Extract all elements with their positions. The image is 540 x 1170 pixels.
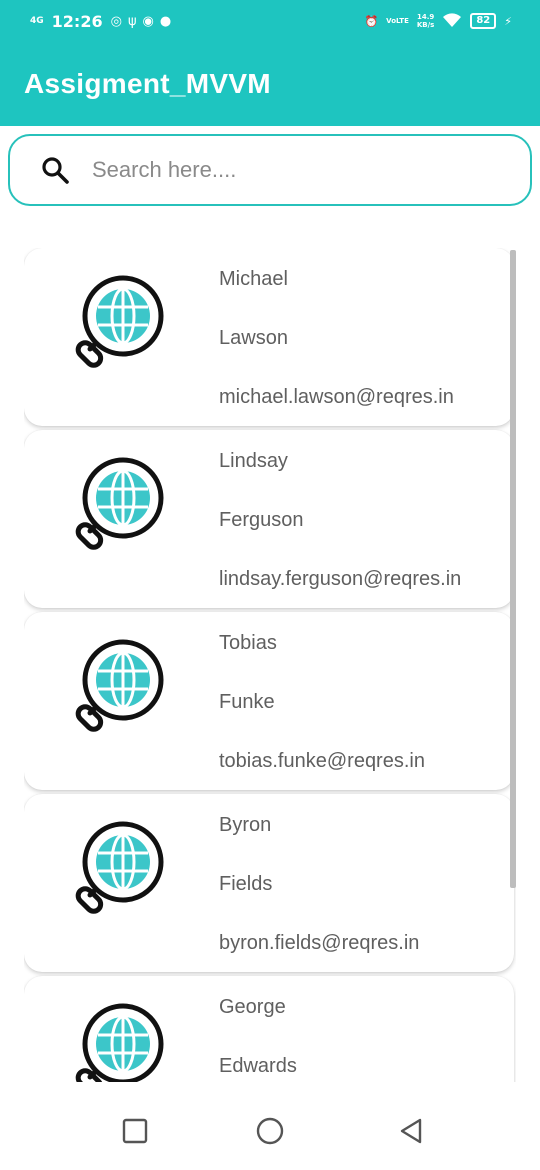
volte-icon: VoLTE [386, 17, 409, 25]
alarm-icon: ⏰ [364, 14, 379, 28]
status-time: 12:26 [51, 11, 103, 31]
triangle-back-icon[interactable] [396, 1116, 426, 1146]
user-card[interactable]: Lindsay Ferguson lindsay.ferguson@reqres… [24, 430, 514, 608]
network-speed: 14.9 KB/s [416, 13, 435, 29]
app-title: Assigment_MVVM [24, 68, 271, 99]
user-first-name: George [219, 996, 286, 1018]
user-first-name: Lindsay [219, 450, 288, 472]
user-card[interactable]: Michael Lawson michael.lawson@reqres.in [24, 248, 514, 426]
user-list[interactable]: Michael Lawson michael.lawson@reqres.in … [24, 248, 516, 1082]
square-icon[interactable] [120, 1116, 150, 1146]
user-last-name: Edwards [219, 1055, 297, 1077]
search-bar[interactable] [8, 134, 532, 206]
globe-search-icon [75, 1003, 164, 1082]
globe-search-icon [75, 457, 164, 550]
user-card[interactable]: Byron Fields byron.fields@reqres.in [24, 794, 514, 972]
user-card[interactable]: George Edwards [24, 976, 514, 1082]
user-email: tobias.funke@reqres.in [219, 750, 425, 772]
user-email: michael.lawson@reqres.in [219, 386, 454, 408]
sync-icon: ◉ [142, 13, 154, 29]
network-indicator: 4G [30, 15, 44, 26]
notification-icons: ◎ ψ ◉ ● [111, 14, 172, 29]
globe-search-icon [75, 821, 164, 914]
circle-icon[interactable] [255, 1116, 285, 1146]
wifi-icon [442, 12, 462, 31]
globe-search-icon [75, 639, 164, 732]
battery-icon: 82 [470, 13, 497, 29]
whatsapp-icon: ◎ [110, 13, 122, 29]
search-icon [42, 157, 69, 184]
scrollbar[interactable] [510, 250, 516, 888]
charging-icon: ⚡ [504, 14, 512, 28]
phone-icon: ● [159, 13, 172, 29]
user-last-name: Ferguson [219, 509, 304, 531]
user-email: lindsay.ferguson@reqres.in [219, 568, 462, 590]
user-card[interactable]: Tobias Funke tobias.funke@reqres.in [24, 612, 514, 790]
app-bar: Assigment_MVVM [0, 42, 540, 126]
user-email: byron.fields@reqres.in [219, 932, 420, 954]
user-first-name: Byron [219, 814, 272, 836]
user-first-name: Michael [219, 268, 288, 290]
search-input[interactable] [92, 157, 472, 183]
status-bar: 4G 12:26 ◎ ψ ◉ ● ⏰ VoLTE 14.9 KB/s 82 ⚡ [0, 0, 540, 42]
user-first-name: Tobias [219, 632, 277, 654]
system-nav-bar [0, 1092, 540, 1170]
user-last-name: Fields [219, 873, 273, 895]
globe-search-icon [75, 275, 164, 368]
user-last-name: Funke [219, 691, 275, 713]
usb-icon: ψ [127, 13, 137, 29]
user-last-name: Lawson [219, 327, 288, 349]
